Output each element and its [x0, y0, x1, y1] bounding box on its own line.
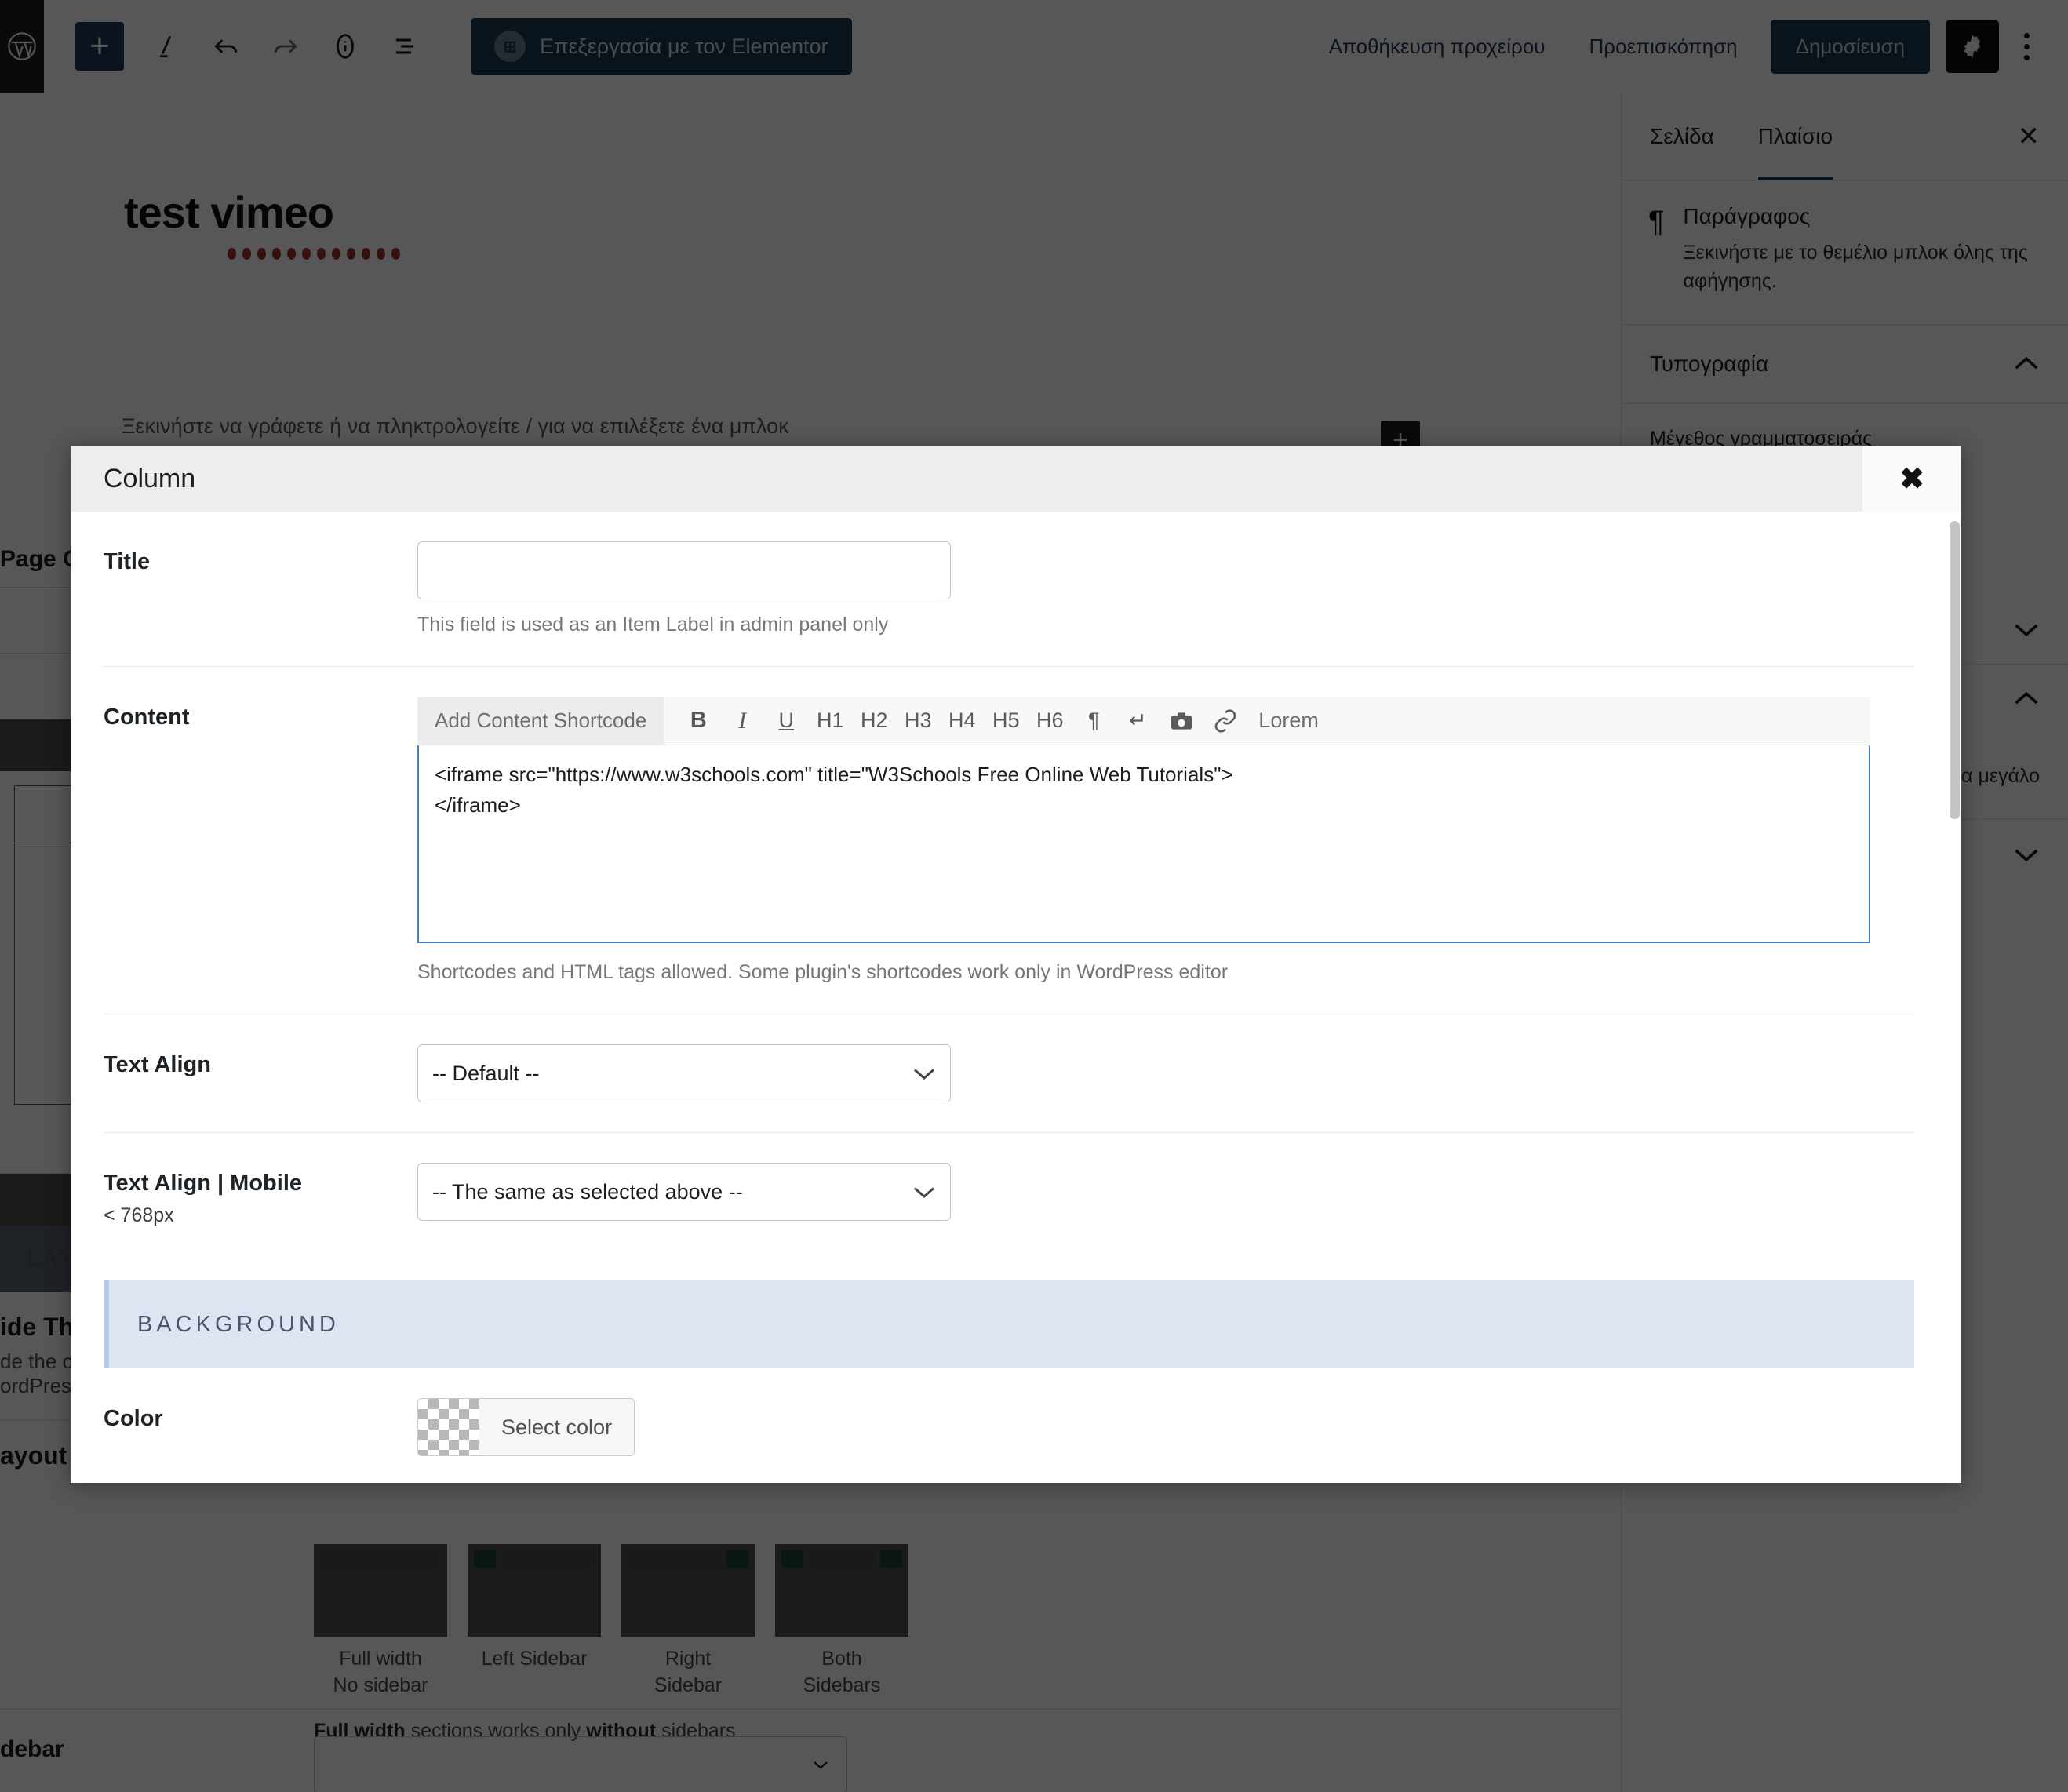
- field-row-content: Content Add Content Shortcode B I U H1 H…: [104, 667, 1914, 1014]
- modal-scrollbar-track[interactable]: [1947, 512, 1961, 1483]
- text-align-mobile-selected-value: -- The same as selected above --: [432, 1179, 743, 1204]
- camera-image-icon[interactable]: [1160, 697, 1203, 745]
- heading-6-icon[interactable]: H6: [1028, 697, 1072, 745]
- chevron-down-icon: [914, 1187, 934, 1198]
- text-align-selected-value: -- Default --: [432, 1061, 540, 1085]
- select-color-label: Select color: [501, 1415, 613, 1439]
- lorem-icon[interactable]: Lorem: [1247, 697, 1330, 745]
- modal-title: Column: [104, 463, 196, 494]
- background-section-header: BACKGROUND: [104, 1280, 1914, 1368]
- content-editor-toolbar: Add Content Shortcode B I U H1 H2 H3 H4 …: [417, 696, 1870, 745]
- modal-header: Column ✖: [71, 446, 1961, 512]
- chevron-down-icon: [914, 1069, 934, 1080]
- text-align-mobile-label: Text Align | Mobile: [104, 1171, 302, 1196]
- field-row-text-align-mobile: Text Align | Mobile < 768px -- The same …: [104, 1133, 1914, 1257]
- field-row-text-align: Text Align -- Default --: [104, 1014, 1914, 1133]
- modal-close-button[interactable]: ✖: [1862, 446, 1961, 512]
- line-break-icon[interactable]: ↵: [1116, 697, 1160, 745]
- color-field-label: Color: [104, 1406, 163, 1431]
- title-input[interactable]: [417, 541, 951, 599]
- link-icon[interactable]: [1203, 697, 1247, 745]
- modal-body: Title This field is used as an Item Labe…: [71, 512, 1961, 1483]
- column-settings-modal: Column ✖ Title This field is used as an …: [71, 446, 1961, 1483]
- add-content-shortcode-button[interactable]: Add Content Shortcode: [417, 696, 664, 745]
- heading-1-icon[interactable]: H1: [808, 697, 852, 745]
- heading-4-icon[interactable]: H4: [940, 697, 984, 745]
- title-field-label: Title: [104, 549, 151, 574]
- content-textarea[interactable]: [417, 745, 1870, 943]
- modal-scroll-region: Title This field is used as an Item Labe…: [71, 512, 1947, 1483]
- underline-icon[interactable]: U: [764, 697, 808, 745]
- app-root: +: [0, 0, 2068, 1792]
- field-row-title: Title This field is used as an Item Labe…: [104, 512, 1914, 667]
- content-field-label: Content: [104, 705, 190, 730]
- formatting-toolbar: B I U H1 H2 H3 H4 H5 H6 ¶ ↵ Lorem: [664, 697, 1330, 745]
- bold-icon[interactable]: B: [676, 697, 720, 745]
- paragraph-icon[interactable]: ¶: [1072, 697, 1116, 745]
- transparent-swatch-icon: [418, 1399, 479, 1455]
- field-row-color: Color Select color: [104, 1368, 1914, 1483]
- italic-icon[interactable]: I: [720, 697, 764, 745]
- modal-scrollbar-thumb[interactable]: [1950, 521, 1960, 819]
- select-color-button[interactable]: Select color: [417, 1398, 635, 1456]
- heading-5-icon[interactable]: H5: [984, 697, 1028, 745]
- content-field-help: Shortcodes and HTML tags allowed. Some p…: [417, 961, 1229, 983]
- text-align-select[interactable]: -- Default --: [417, 1044, 951, 1102]
- text-align-mobile-select[interactable]: -- The same as selected above --: [417, 1163, 951, 1221]
- text-align-label: Text Align: [104, 1052, 211, 1077]
- heading-2-icon[interactable]: H2: [852, 697, 896, 745]
- heading-3-icon[interactable]: H3: [896, 697, 940, 745]
- title-field-help: This field is used as an Item Label in a…: [417, 614, 889, 636]
- text-align-mobile-sublabel: < 768px: [104, 1204, 174, 1226]
